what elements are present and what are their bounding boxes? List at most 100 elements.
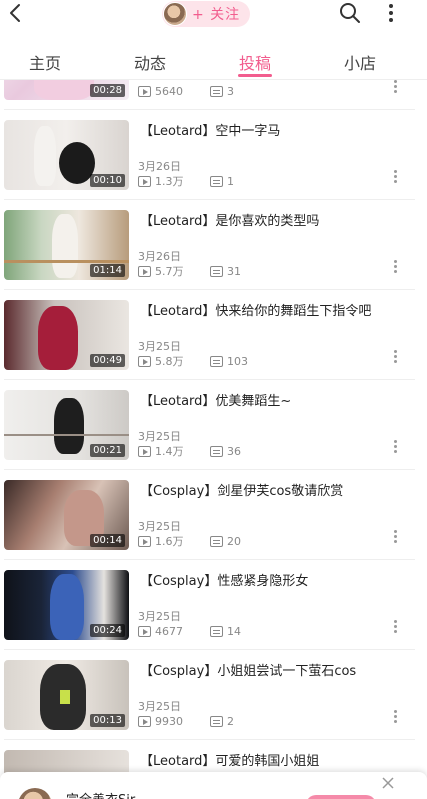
upload-date: 3月25日 bbox=[138, 610, 181, 623]
more-options-icon[interactable] bbox=[394, 620, 398, 636]
comment-count: 1 bbox=[227, 174, 234, 188]
video-title[interactable]: 【Cosplay】小姐姐尝试一下萤石cos bbox=[140, 660, 390, 679]
view-count: 4677 bbox=[155, 624, 183, 638]
video-duration: 00:10 bbox=[90, 174, 125, 187]
more-options-icon[interactable] bbox=[394, 710, 398, 726]
video-stats: 5.7万 31 bbox=[138, 264, 241, 278]
video-title[interactable]: 【Cosplay】性感紧身隐形女 bbox=[140, 570, 390, 589]
video-title[interactable]: 【Leotard】是你喜欢的类型吗 bbox=[140, 210, 390, 229]
video-item[interactable]: 00:13 【Cosplay】小姐姐尝试一下萤石cos 3月25日 9930 2 bbox=[0, 650, 427, 740]
video-thumbnail[interactable]: 00:13 bbox=[4, 660, 129, 730]
video-duration: 00:24 bbox=[90, 624, 125, 637]
comment-icon bbox=[210, 265, 223, 277]
comment-icon bbox=[210, 715, 223, 727]
comment-count: 3 bbox=[227, 84, 234, 98]
video-title[interactable]: 【Leotard】快来给你的舞蹈生下指令吧 bbox=[140, 300, 390, 319]
more-vertical-icon[interactable] bbox=[384, 2, 398, 24]
video-thumbnail[interactable]: 00:14 bbox=[4, 480, 129, 550]
comment-count: 14 bbox=[227, 624, 241, 638]
comment-count: 2 bbox=[227, 714, 234, 728]
active-tab-indicator bbox=[238, 74, 272, 77]
tab-home[interactable]: 主页 bbox=[29, 50, 61, 74]
video-stats: 9930 2 bbox=[138, 714, 234, 728]
tab-shop[interactable]: 小店 bbox=[344, 50, 376, 74]
profile-tabs: 主页 动态 投稿 小店 bbox=[0, 40, 427, 80]
video-stats: 1.6万 20 bbox=[138, 534, 241, 548]
top-bar: + 关注 bbox=[0, 0, 427, 28]
video-duration: 00:28 bbox=[90, 84, 125, 97]
video-title[interactable]: 【Leotard】可爱的韩国小姐姐 bbox=[140, 750, 390, 769]
more-options-icon[interactable] bbox=[394, 440, 398, 456]
upload-date: 3月25日 bbox=[138, 700, 181, 713]
comment-count: 31 bbox=[227, 264, 241, 278]
prompt-uploader-name: 完全善衣Sir bbox=[66, 789, 135, 799]
tab-uploads[interactable]: 投稿 bbox=[239, 50, 271, 74]
comment-icon bbox=[210, 625, 223, 637]
video-duration: 00:21 bbox=[90, 444, 125, 457]
video-title[interactable]: 【Leotard】优美舞蹈生~ bbox=[140, 390, 390, 409]
view-count: 5.8万 bbox=[155, 355, 184, 368]
upload-date: 3月25日 bbox=[138, 520, 181, 533]
view-count: 5.7万 bbox=[155, 265, 184, 278]
video-item[interactable]: 00:28 5640 3 bbox=[0, 80, 427, 110]
video-thumbnail[interactable]: 00:49 bbox=[4, 300, 129, 370]
search-icon[interactable] bbox=[339, 2, 361, 24]
more-options-icon[interactable] bbox=[394, 80, 398, 96]
video-thumbnail[interactable]: 00:28 bbox=[4, 80, 129, 100]
video-thumbnail[interactable]: 01:14 bbox=[4, 210, 129, 280]
video-duration: 01:14 bbox=[90, 264, 125, 277]
video-item[interactable]: 00:49 【Leotard】快来给你的舞蹈生下指令吧 3月25日 5.8万 1… bbox=[0, 290, 427, 380]
video-duration: 00:14 bbox=[90, 534, 125, 547]
video-item[interactable]: 00:24 【Cosplay】性感紧身隐形女 3月25日 4677 14 bbox=[0, 560, 427, 650]
video-stats: 1.4万 36 bbox=[138, 444, 241, 458]
prompt-follow-button[interactable] bbox=[306, 795, 376, 799]
follow-button[interactable]: + 关注 bbox=[162, 1, 251, 27]
uploader-avatar[interactable] bbox=[163, 2, 187, 26]
video-stats: 5640 3 bbox=[138, 84, 234, 98]
more-options-icon[interactable] bbox=[394, 530, 398, 546]
comment-icon bbox=[210, 355, 223, 367]
video-item[interactable]: 00:21 【Leotard】优美舞蹈生~ 3月25日 1.4万 36 bbox=[0, 380, 427, 470]
play-count-icon bbox=[138, 715, 151, 727]
video-list: 00:28 5640 3 00:10 【Leotard】空中一字马 3月26日 … bbox=[0, 80, 427, 799]
more-options-icon[interactable] bbox=[394, 350, 398, 366]
video-title[interactable]: 【Cosplay】剑星伊芙cos敬请欣赏 bbox=[140, 480, 390, 499]
comment-count: 103 bbox=[227, 354, 248, 368]
video-thumbnail[interactable]: 00:21 bbox=[4, 390, 129, 460]
close-icon[interactable] bbox=[381, 776, 395, 790]
video-item[interactable]: 01:14 【Leotard】是你喜欢的类型吗 3月26日 5.7万 31 bbox=[0, 200, 427, 290]
comment-count: 20 bbox=[227, 534, 241, 548]
video-stats: 4677 14 bbox=[138, 624, 241, 638]
play-count-icon bbox=[138, 175, 151, 187]
upload-date: 3月26日 bbox=[138, 160, 181, 173]
upload-date: 3月25日 bbox=[138, 340, 181, 353]
comment-icon bbox=[210, 535, 223, 547]
more-options-icon[interactable] bbox=[394, 170, 398, 186]
view-count: 1.6万 bbox=[155, 535, 184, 548]
view-count: 1.3万 bbox=[155, 175, 184, 188]
video-duration: 00:49 bbox=[90, 354, 125, 367]
view-count: 9930 bbox=[155, 714, 183, 728]
video-stats: 1.3万 1 bbox=[138, 174, 234, 188]
upload-date: 3月25日 bbox=[138, 430, 181, 443]
video-item[interactable]: 00:10 【Leotard】空中一字马 3月26日 1.3万 1 bbox=[0, 110, 427, 200]
play-count-icon bbox=[138, 625, 151, 637]
prompt-avatar[interactable] bbox=[18, 788, 52, 799]
view-count: 5640 bbox=[155, 84, 183, 98]
video-title[interactable]: 【Leotard】空中一字马 bbox=[140, 120, 390, 139]
back-arrow-icon[interactable] bbox=[6, 2, 26, 24]
play-count-icon bbox=[138, 265, 151, 277]
play-count-icon bbox=[138, 445, 151, 457]
play-count-icon bbox=[138, 355, 151, 367]
follow-label: + 关注 bbox=[192, 7, 241, 23]
follow-prompt-bar: 完全善衣Sir bbox=[0, 772, 427, 799]
more-options-icon[interactable] bbox=[394, 260, 398, 276]
video-item[interactable]: 00:14 【Cosplay】剑星伊芙cos敬请欣赏 3月25日 1.6万 20 bbox=[0, 470, 427, 560]
video-thumbnail[interactable]: 00:10 bbox=[4, 120, 129, 190]
comment-icon bbox=[210, 175, 223, 187]
tab-dynamics[interactable]: 动态 bbox=[134, 50, 166, 74]
uploader-videos-page: + 关注 主页 动态 投稿 小店 00:28 5640 3 00:10 【Leo… bbox=[0, 0, 427, 799]
video-thumbnail[interactable]: 00:24 bbox=[4, 570, 129, 640]
play-count-icon bbox=[138, 85, 151, 97]
video-stats: 5.8万 103 bbox=[138, 354, 248, 368]
